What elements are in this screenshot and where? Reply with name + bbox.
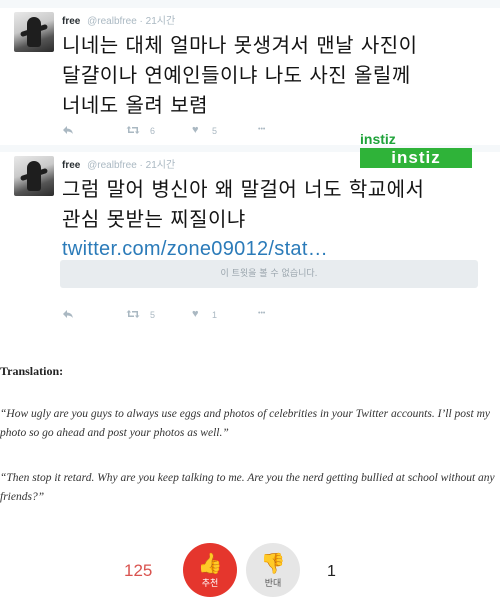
upvote-label: 추천 [201, 579, 219, 589]
reply-icon[interactable] [62, 309, 74, 321]
like-count: 1 [212, 310, 218, 320]
more-icon[interactable]: ••• [258, 126, 265, 133]
tweet-line: 그럼 말어 병신아 왜 말걸어 너도 학교에서 [62, 177, 425, 201]
downvote-button[interactable]: 👎 반대 [246, 543, 300, 597]
like-count: 5 [212, 126, 218, 136]
translation-quote: “How ugly are you guys to always use egg… [0, 408, 490, 439]
withheld-notice: 이 트윗을 볼 수 없습니다. [60, 260, 478, 288]
tweet-card: free @realbfree · 21시간 그럼 말어 병신아 왜 말걸어 너… [0, 152, 500, 330]
tweet-line: 달걀이나 연예인들이냐 나도 사진 올릴께 [62, 63, 411, 87]
retweet-count: 6 [150, 126, 156, 136]
user-handle[interactable]: @realbfree [87, 160, 137, 171]
thumbs-down-icon: 👎 [260, 551, 286, 575]
tweet-card: free @realbfree · 21시간 니네는 대체 얼마나 못생겨서 맨… [0, 8, 500, 145]
downvote-count: 1 [327, 563, 336, 580]
retweet-icon[interactable] [126, 309, 140, 321]
upvote-button[interactable]: 👍 추천 [183, 543, 237, 597]
tweet-line: 너네도 올려 보렴 [62, 93, 209, 117]
tweet-screenshot: free @realbfree · 21시간 니네는 대체 얼마나 못생겨서 맨… [0, 0, 500, 330]
watermark-text: instiz [360, 131, 396, 147]
heart-icon[interactable]: ♥ [192, 308, 199, 320]
avatar[interactable] [14, 156, 54, 196]
heart-icon[interactable]: ♥ [192, 124, 199, 136]
user-name[interactable]: free [62, 160, 80, 171]
tweet-header: free @realbfree · 21시간 [62, 160, 176, 171]
tweet-header: free @realbfree · 21시간 [62, 16, 176, 27]
reply-icon[interactable] [62, 125, 74, 137]
downvote-label: 반대 [264, 579, 282, 589]
retweet-count: 5 [150, 310, 156, 320]
tweet-time[interactable]: 21시간 [146, 16, 176, 27]
tweet-text: 니네는 대체 얼마나 못생겨서 맨날 사진이 달걀이나 연예인들이냐 나도 사진… [62, 30, 492, 120]
translation-quote: “Then stop it retard. Why are you keep t… [0, 472, 495, 503]
user-name[interactable]: free [62, 16, 80, 27]
more-icon[interactable]: ••• [258, 310, 265, 317]
tweet-line: 관심 못받는 찌질이냐 [62, 207, 246, 231]
avatar[interactable] [14, 12, 54, 52]
tweet-text: 그럼 말어 병신아 왜 말걸어 너도 학교에서 관심 못받는 찌질이냐 twit… [62, 174, 492, 264]
upvote-count: 125 [124, 561, 153, 580]
user-handle[interactable]: @realbfree [87, 16, 137, 27]
retweet-icon[interactable] [126, 125, 140, 137]
watermark-logo: instiz [360, 148, 472, 168]
thumbs-up-icon: 👍 [197, 551, 223, 575]
tweet-line: 니네는 대체 얼마나 못생겨서 맨날 사진이 [62, 33, 418, 57]
tweet-time[interactable]: 21시간 [146, 160, 176, 171]
translation-heading: Translation: [0, 364, 64, 378]
